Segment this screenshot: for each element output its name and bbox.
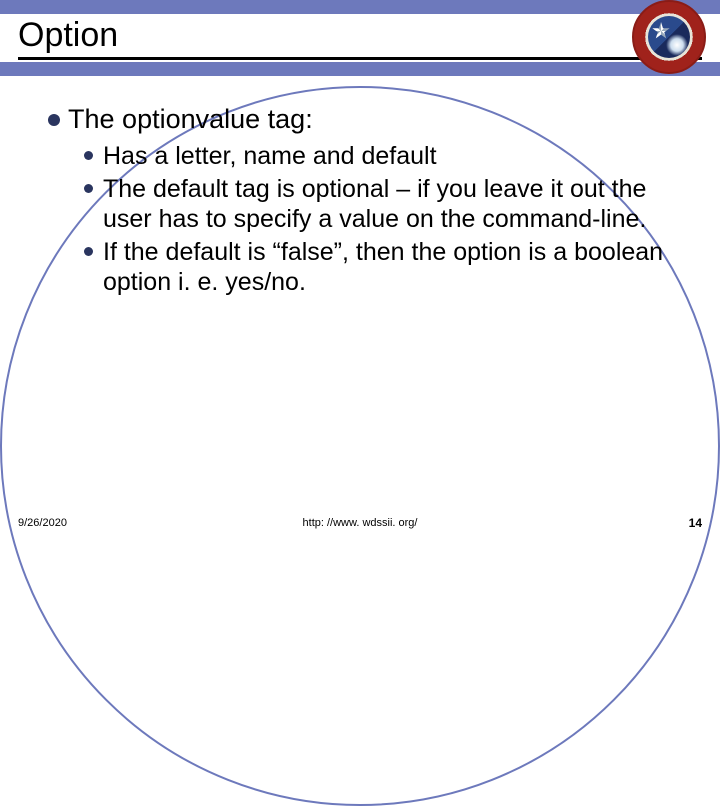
- title-band: [0, 62, 720, 76]
- heading-rest: optionvalue tag:: [122, 104, 313, 134]
- top-bar: [0, 0, 720, 14]
- bullet-icon: [84, 151, 93, 160]
- content-area: The optionvalue tag: Has a letter, name …: [0, 76, 720, 298]
- nssl-logo: [632, 0, 706, 74]
- footer: 9/26/2020 http: //www. wdssii. org/ 14: [0, 516, 720, 530]
- footer-url: http: //www. wdssii. org/: [303, 517, 418, 529]
- list-text: The default tag is optional – if you lea…: [103, 174, 672, 235]
- main-heading: The optionvalue tag:: [68, 104, 313, 135]
- title-underline: [18, 57, 702, 60]
- page-number: 14: [689, 516, 702, 530]
- list-text: If the default is “false”, then the opti…: [103, 237, 672, 298]
- list-text: Has a letter, name and default: [103, 141, 437, 172]
- main-bullet: The optionvalue tag:: [48, 104, 672, 135]
- list-item: The default tag is optional – if you lea…: [84, 174, 672, 235]
- bullet-icon: [84, 247, 93, 256]
- list-item: Has a letter, name and default: [84, 141, 672, 172]
- title-bar: Option: [0, 14, 720, 55]
- bullet-icon: [84, 184, 93, 193]
- sub-bullets: Has a letter, name and default The defau…: [84, 141, 672, 298]
- list-item: If the default is “false”, then the opti…: [84, 237, 672, 298]
- footer-date: 9/26/2020: [18, 517, 67, 529]
- heading-prefix: The: [68, 104, 115, 134]
- slide-title: Option: [18, 16, 118, 55]
- bullet-icon: [48, 114, 60, 126]
